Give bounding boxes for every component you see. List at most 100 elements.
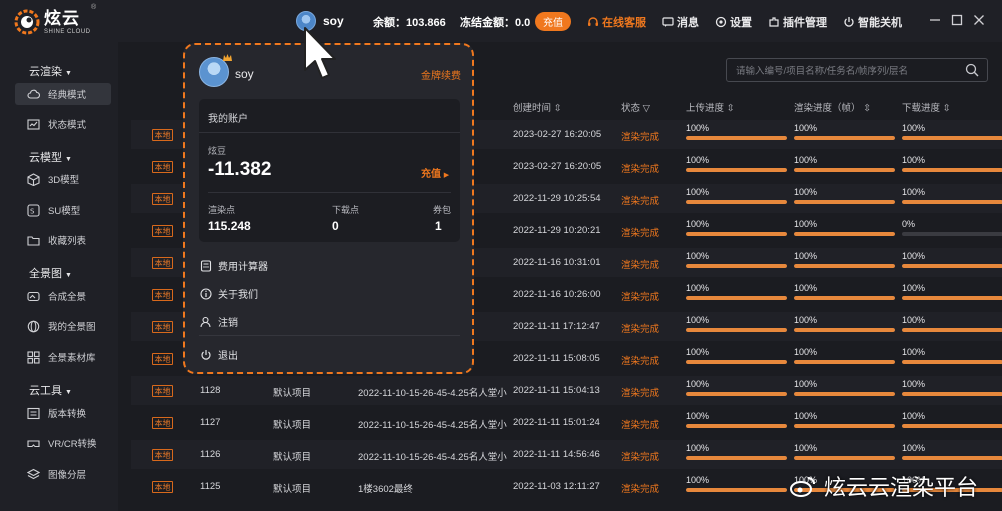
chevron-down-icon: ▼ [65,389,72,396]
plugin-icon [768,16,780,28]
progress-percent: 100% [902,187,926,197]
messages-button[interactable]: 消息 [662,14,699,30]
progress-percent: 100% [794,283,818,293]
shutdown-button[interactable]: 智能关机 [843,14,902,30]
app-window: 炫云 SHINE CLOUD ® soy 余额：103.866 冻结金额：0.0… [0,0,1002,511]
progress-percent: 100% [686,475,710,485]
user-icon [200,316,212,328]
progress-percent: 100% [794,251,818,261]
progress-track [686,136,787,140]
progress-track [686,232,787,236]
divider [199,335,460,336]
sidebar-item-version-convert[interactable]: 版本转换 [15,402,111,424]
minimize-icon[interactable] [929,14,941,26]
progress-fill [794,328,895,332]
message-icon [662,16,674,28]
progress-track [794,296,895,300]
local-tag: 本地 [152,129,173,141]
menu-item-deregister[interactable]: 注销 [200,314,238,329]
sidebar-item-my-panorama[interactable]: 我的全景图 [15,315,111,337]
created-time: 2022-11-29 10:25:54 [513,193,601,204]
recharge-button[interactable]: 充值 [535,12,571,31]
layers-icon [27,468,40,481]
charge-link[interactable]: 充值 ▶ [421,165,449,180]
plugins-button[interactable]: 插件管理 [768,14,827,30]
progress-track [902,392,1002,396]
progress-fill [686,136,787,140]
progress-track [902,264,1002,268]
gold-renew-link[interactable]: 金牌续费 [421,67,461,82]
header-upload[interactable]: 上传进度 ⇳ [686,100,735,114]
progress-percent: 100% [794,315,818,325]
task-id: 1128 [200,385,221,396]
progress-percent: 100% [902,283,926,293]
sidebar-item-label: 经典模式 [48,90,87,101]
progress-fill [794,360,895,364]
sidebar-item-vr-convert[interactable]: VR/CR转换 [15,432,111,454]
sidebar-group-cloud-render[interactable]: 云渲染 ▼ [29,63,72,79]
status-badge: 渲染完成 [621,356,660,367]
menu-item-exit[interactable]: 退出 [200,347,238,362]
upload-progress: 100% [686,411,787,428]
progress-percent: 100% [686,283,710,293]
progress-track [686,424,787,428]
status-badge: 渲染完成 [621,196,660,207]
sidebar-item-status-mode[interactable]: 状态模式 [15,113,111,135]
search-input[interactable]: 请输入编号/项目名称/任务名/帧序列/层名 [726,58,988,82]
support-button[interactable]: 在线客服 [587,14,646,30]
sidebar-item-favorites[interactable]: 收藏列表 [15,229,111,251]
menu-item-about[interactable]: 关于我们 [200,286,258,301]
render-progress: 100% [794,315,895,332]
progress-track [686,456,787,460]
close-icon[interactable] [973,14,985,26]
su-icon: S [27,203,40,217]
header-status[interactable]: 状态 ▽ [621,100,650,114]
sidebar-group-panorama[interactable]: 全景图 ▼ [29,265,72,281]
sidebar-item-3d-model[interactable]: 3D模型 [15,168,111,190]
header-created[interactable]: 创建时间 ⇳ [513,100,562,114]
upload-progress: 100% [686,155,787,172]
header-download[interactable]: 下载进度 ⇳ [902,100,951,114]
local-tag: 本地 [152,321,173,333]
sort-icon: ⇳ [863,103,872,114]
download-points-label: 下载点 [332,205,360,215]
sidebar-item-su-model[interactable]: S SU模型 [15,199,111,221]
sidebar-item-image-layer[interactable]: 图像分层 [15,463,111,485]
download-progress: 100% [902,443,1002,460]
table-row[interactable]: 本地 1128 默认项目 2022-11-10-15-26-45-4.25名人堂小 20… [131,376,1002,405]
progress-track [902,424,1002,428]
task-name: 1楼3602最终 [358,484,413,495]
progress-track [794,456,895,460]
progress-fill [794,456,895,460]
search-icon[interactable] [965,63,979,77]
sidebar-group-cloud-tools[interactable]: 云工具 ▼ [29,382,72,398]
account-card: 我的账户 炫豆 -11.382 充值 ▶ 渲染点 115.248 下载点 0 券… [199,99,460,242]
messages-label: 消息 [677,17,699,29]
group-label: 云工具 [29,385,62,397]
sidebar-item-compose-panorama[interactable]: 合成全景 [15,285,111,307]
menu-item-calculator[interactable]: 费用计算器 [200,258,268,273]
task-name: 2022-11-10-15-26-45-4.25名人堂小 [358,420,507,431]
table-row[interactable]: 本地 1126 默认项目 2022-11-10-15-26-45-4.25名人堂小 20… [131,440,1002,469]
settings-button[interactable]: 设置 [715,14,752,30]
header-render[interactable]: 渲染进度（帧） ⇳ [794,100,871,114]
progress-track [902,200,1002,204]
sidebar-item-panorama-library[interactable]: 全景素材库 [15,346,111,368]
download-progress: 0% [902,219,1002,236]
progress-track [686,200,787,204]
status-badge: 渲染完成 [621,164,660,175]
progress-percent: 100% [902,443,926,453]
coupon-label: 券包 [433,205,452,215]
project-name: 默认项目 [273,484,312,495]
progress-track [902,360,1002,364]
folder-icon [27,234,40,247]
progress-track [794,328,895,332]
table-row[interactable]: 本地 1127 默认项目 2022-11-10-15-26-45-4.25名人堂小 20… [131,408,1002,437]
render-progress: 100% [794,283,895,300]
render-progress: 100% [794,123,895,140]
sidebar-group-cloud-model[interactable]: 云模型 ▼ [29,149,72,165]
sidebar-item-classic-mode[interactable]: 经典模式 [15,83,111,105]
panorama-icon [27,290,40,303]
created-time: 2022-11-11 14:56:46 [513,449,600,460]
maximize-icon[interactable] [951,14,963,26]
